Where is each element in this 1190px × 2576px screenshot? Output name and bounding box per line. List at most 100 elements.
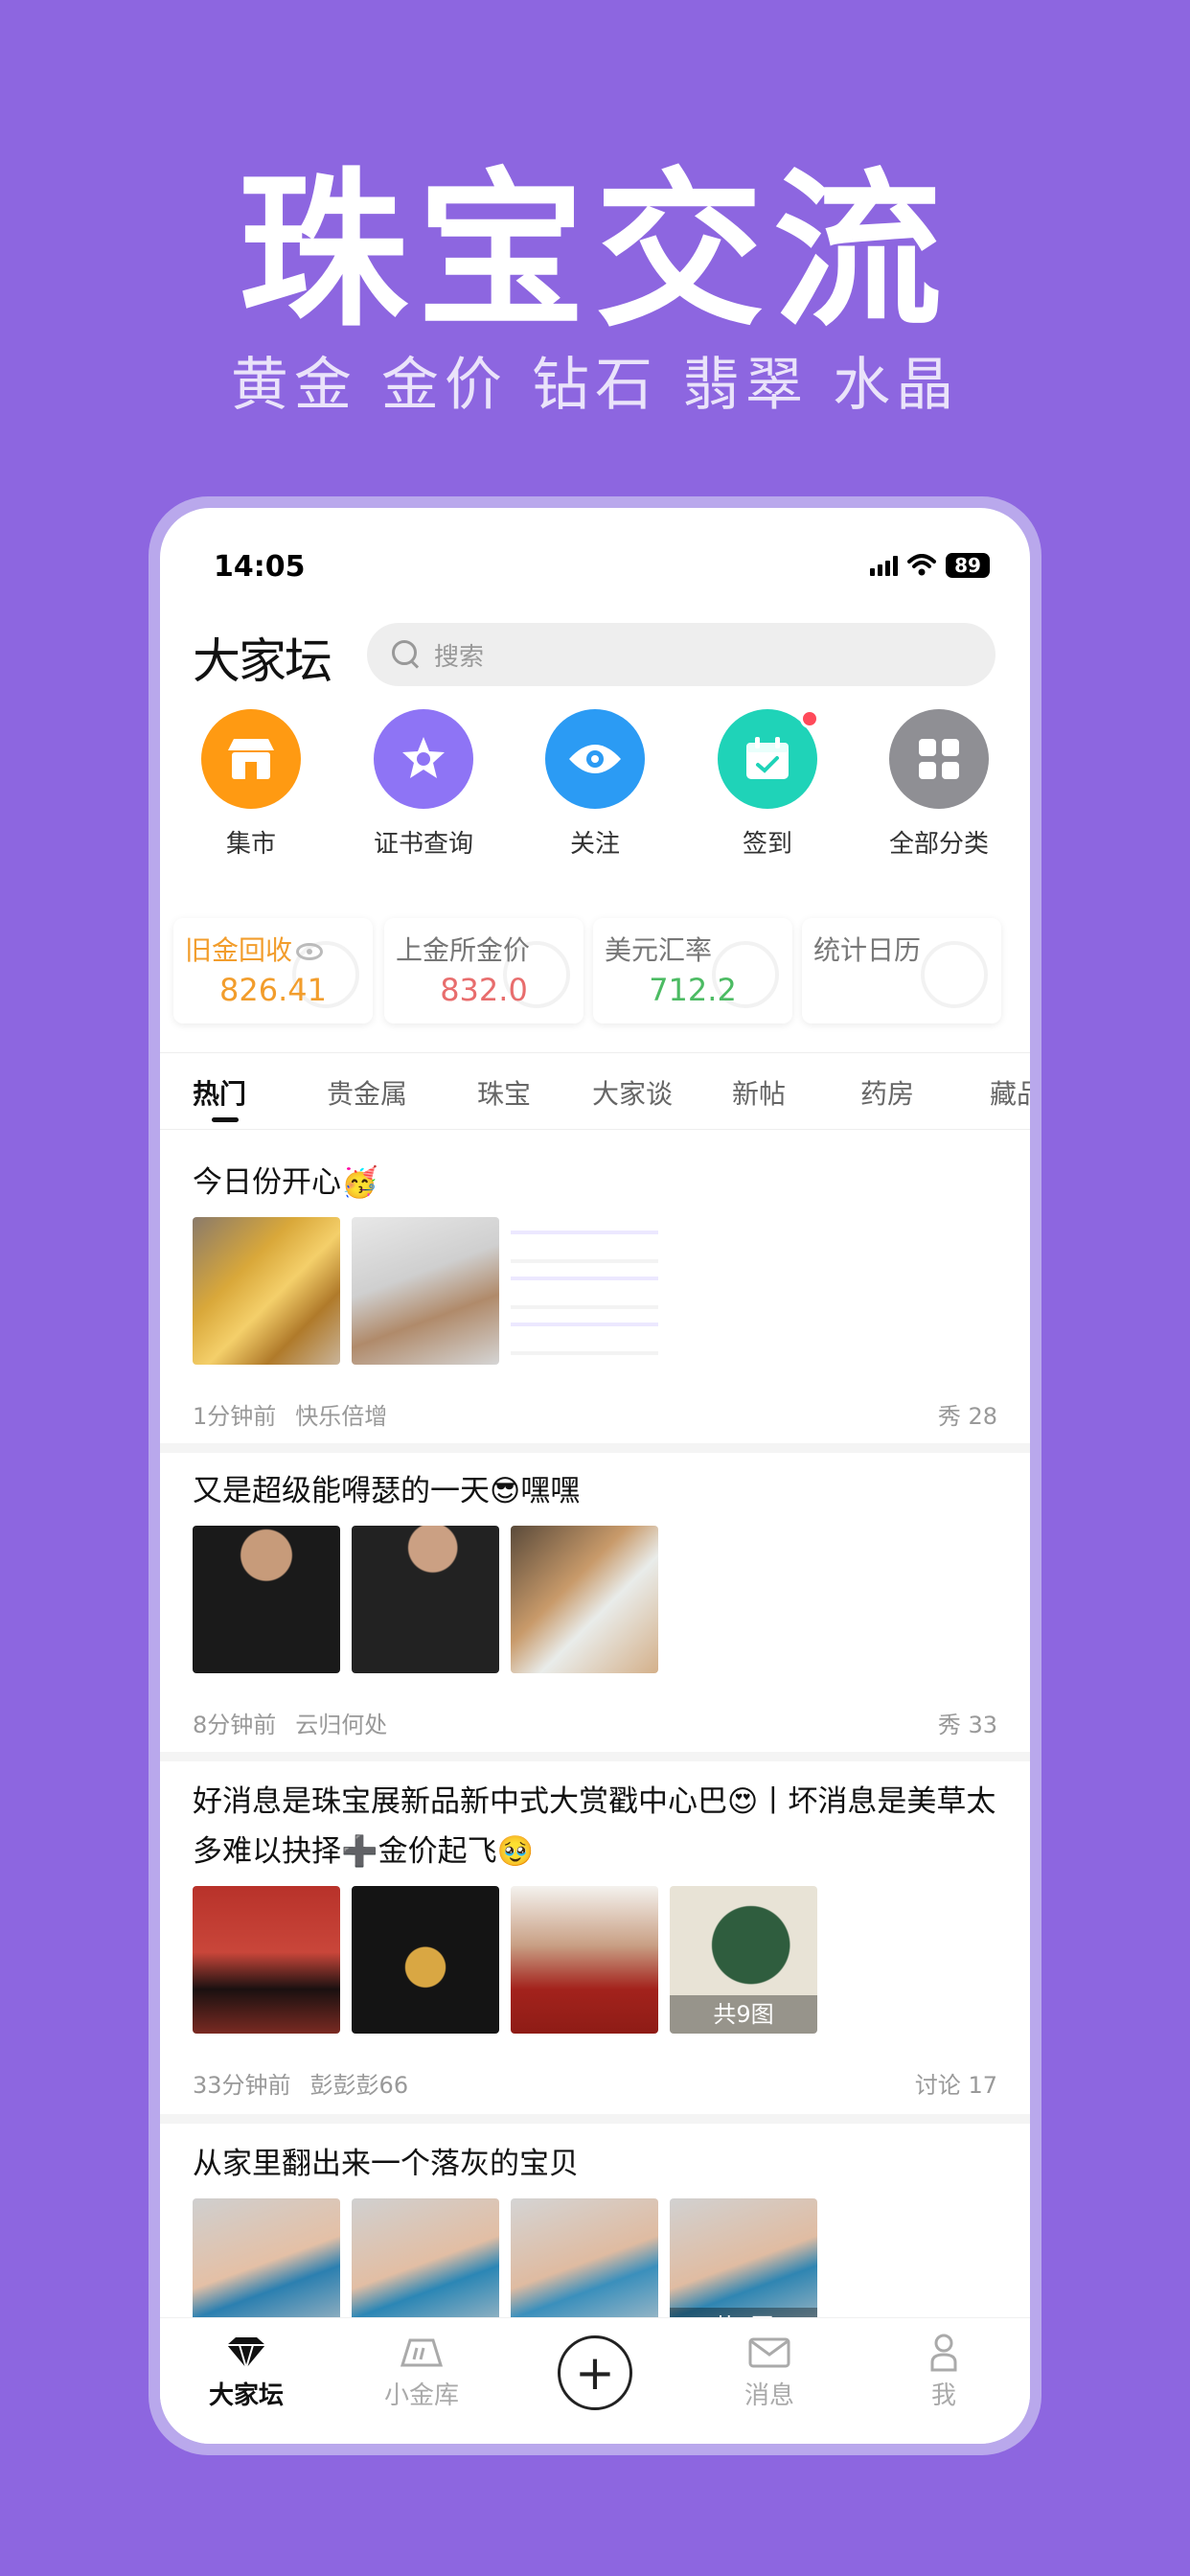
post-author[interactable]: 快乐倍增	[295, 1403, 387, 1430]
post-stats: 秀 28	[938, 1397, 997, 1431]
divider	[160, 1052, 1030, 1053]
price-card-recycle[interactable]: 旧金回收 826.41	[173, 918, 373, 1024]
price-cards: 旧金回收 826.41 上金所金价 832.0 美元汇率 712.2 统计日历	[173, 918, 1030, 1033]
post-tag: 讨论	[914, 2072, 961, 2099]
tab-precious-metal[interactable]: 贵金属	[327, 1073, 407, 1112]
app-logo: 大家坛	[193, 633, 332, 689]
tab-hot[interactable]: 热门	[193, 1073, 246, 1112]
nav-messages[interactable]: 消息	[702, 2334, 836, 2411]
post-images: 共9图	[193, 1886, 817, 2034]
gold-bar-icon	[355, 2334, 489, 2372]
nav-label: 大家坛	[208, 2381, 284, 2410]
category-checkin[interactable]: 签到	[696, 709, 839, 860]
post-count: 33	[968, 1712, 997, 1738]
post-image[interactable]	[352, 1886, 499, 2034]
post-title: 好消息是珠宝展新品新中式大赏戳中心巴😍丨坏消息是美草太多难以抉择➕金价起飞🥹	[193, 1784, 996, 1869]
post-title: 今日份开心🥳	[193, 1165, 378, 1200]
category-certificate[interactable]: 证书查询	[352, 709, 495, 860]
tab-collection[interactable]: 藏品	[990, 1073, 1030, 1112]
post-image[interactable]	[193, 1526, 340, 1673]
post-image[interactable]	[511, 1526, 658, 1673]
search-bar[interactable]: 搜索	[367, 623, 995, 686]
price-label: 美元汇率	[605, 934, 713, 966]
post-image[interactable]	[193, 1217, 340, 1365]
post-divider	[160, 1443, 1030, 1453]
promo-title: 珠宝交流	[238, 153, 951, 350]
grid-icon	[889, 709, 989, 809]
eye-toggle-icon[interactable]	[296, 943, 324, 960]
search-placeholder: 搜索	[434, 642, 485, 672]
category-label: 证书查询	[373, 830, 473, 859]
post-tag: 秀	[937, 1712, 961, 1738]
post-count: 28	[968, 1403, 997, 1430]
dollar-decoration	[921, 941, 988, 1008]
post-divider	[160, 1752, 1030, 1761]
post-time: 8分钟前	[193, 1712, 277, 1738]
app-screen: 14:05 89 大家坛 搜索 集市 证书查询 关注 签到 全部分类 旧金回收 …	[160, 508, 1030, 2444]
post-images	[193, 1217, 658, 1365]
tab-discussion[interactable]: 大家谈	[592, 1073, 673, 1112]
nav-label: 小金库	[383, 2381, 459, 2410]
phone-frame: 14:05 89 大家坛 搜索 集市 证书查询 关注 签到 全部分类 旧金回收 …	[149, 496, 1041, 2455]
category-label: 全部分类	[888, 830, 989, 859]
tab-new-posts[interactable]: 新帖	[732, 1073, 786, 1112]
signal-icon	[870, 555, 898, 576]
nav-label: 我	[930, 2381, 956, 2410]
post-image[interactable]	[193, 1886, 340, 2034]
nav-label: 消息	[744, 2381, 794, 2410]
price-label: 上金所金价	[396, 934, 531, 966]
post-image[interactable]	[352, 1526, 499, 1673]
notification-dot	[800, 709, 819, 728]
post-image[interactable]	[511, 1217, 658, 1365]
diamond-icon	[179, 2334, 313, 2372]
create-post-button[interactable]: +	[558, 2335, 632, 2410]
app-header: 大家坛 搜索	[160, 604, 1030, 709]
battery-icon: 89	[946, 553, 990, 578]
eye-icon	[545, 709, 645, 809]
price-card-calendar[interactable]: 统计日历	[802, 918, 1001, 1024]
divider	[160, 1129, 1030, 1130]
category-label: 集市	[225, 830, 276, 859]
nav-me[interactable]: 我	[877, 2334, 1011, 2411]
post-author[interactable]: 彭彭彭66	[310, 2072, 409, 2099]
post-meta: 8分钟前 云归何处	[193, 1706, 406, 1739]
status-time: 14:05	[214, 550, 306, 584]
post-meta: 33分钟前 彭彭彭66	[193, 2066, 427, 2100]
wifi-icon	[907, 554, 936, 576]
price-value: 712.2	[649, 972, 737, 1008]
nav-vault[interactable]: 小金库	[355, 2334, 489, 2411]
status-bar: 14:05 89	[160, 508, 1030, 604]
post-image[interactable]	[511, 1886, 658, 2034]
price-card-usd[interactable]: 美元汇率 712.2	[593, 918, 792, 1024]
store-icon	[201, 709, 301, 809]
post-time: 1分钟前	[193, 1403, 277, 1430]
post-title: 从家里翻出来一个落灰的宝贝	[193, 2147, 579, 2181]
bottom-nav: 大家坛 小金库 + 消息 我	[160, 2317, 1030, 2444]
post-images	[193, 1526, 658, 1673]
category-label: 签到	[742, 830, 792, 859]
post-image[interactable]: 共9图	[670, 1886, 817, 2034]
post-stats: 秀 33	[938, 1706, 997, 1739]
certificate-star-icon	[374, 709, 473, 809]
post-stats: 讨论 17	[915, 2066, 997, 2100]
price-card-sge[interactable]: 上金所金价 832.0	[384, 918, 584, 1024]
category-row: 集市 证书查询 关注 签到 全部分类	[160, 709, 1030, 891]
price-value: 826.41	[219, 972, 327, 1008]
image-count-overlay: 共9图	[670, 1995, 817, 2034]
post-time: 33分钟前	[193, 2072, 291, 2099]
category-label: 关注	[569, 830, 620, 859]
post-divider	[160, 2114, 1030, 2124]
mail-icon	[702, 2334, 836, 2372]
tab-jewelry[interactable]: 珠宝	[477, 1073, 531, 1112]
post-image[interactable]	[352, 1217, 499, 1365]
category-all[interactable]: 全部分类	[867, 709, 1011, 860]
category-follow[interactable]: 关注	[523, 709, 667, 860]
post-author[interactable]: 云归何处	[295, 1712, 387, 1738]
tab-bar: 热门 贵金属 珠宝 大家谈 新帖 药房 藏品	[160, 1073, 1030, 1131]
nav-forum[interactable]: 大家坛	[179, 2334, 313, 2411]
tab-pharmacy[interactable]: 药房	[860, 1073, 914, 1112]
category-market[interactable]: 集市	[179, 709, 323, 860]
post-tag: 秀	[937, 1403, 961, 1430]
tab-indicator	[212, 1117, 239, 1122]
search-icon	[390, 638, 423, 671]
